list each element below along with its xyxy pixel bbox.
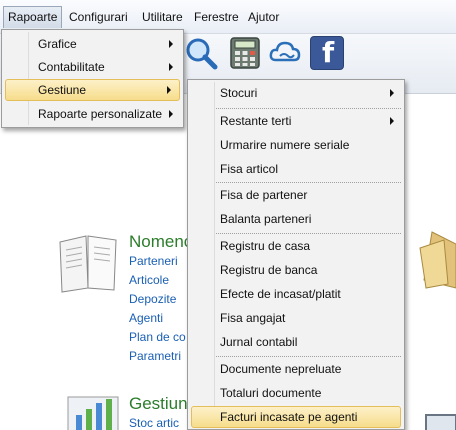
menu-item-fisa-de-partener[interactable]: Fisa de partener — [190, 184, 402, 206]
menu-gestiune-submenu: Stocuri Restante terti Urmarire numere s… — [187, 79, 405, 430]
menu-item-registru-de-banca[interactable]: Registru de banca — [190, 259, 402, 281]
menu-item-label: Grafice — [38, 37, 77, 51]
menu-separator — [216, 233, 401, 234]
menu-item-jurnal-contabil[interactable]: Jurnal contabil — [190, 331, 402, 353]
menu-item-label: Restante terti — [220, 114, 292, 128]
menu-item-facturi-incasate-pe-agenti[interactable]: Facturi incasate pe agenti — [191, 406, 401, 428]
facebook-letter: f — [322, 36, 335, 69]
menu-ferestre[interactable]: Ferestre — [190, 6, 243, 28]
menu-item-contabilitate[interactable]: Contabilitate — [4, 56, 181, 78]
link-depozite[interactable]: Depozite — [129, 292, 176, 306]
menu-item-fisa-articol[interactable]: Fisa articol — [190, 158, 402, 180]
menu-utilitare[interactable]: Utilitare — [138, 6, 187, 28]
menu-item-efecte-de-incasat-platit[interactable]: Efecte de incasat/platit — [190, 283, 402, 305]
menu-ajutor[interactable]: Ajutor — [244, 6, 283, 28]
menu-item-gestiune[interactable]: Gestiune — [5, 79, 180, 101]
menu-item-fisa-angajat[interactable]: Fisa angajat — [190, 307, 402, 329]
book-icon — [59, 235, 117, 293]
link-articole[interactable]: Articole — [129, 273, 169, 287]
menu-item-label: Registru de casa — [220, 239, 311, 253]
menu-item-rapoarte-personalizate[interactable]: Rapoarte personalizate — [4, 103, 181, 125]
chart-icon — [67, 396, 119, 430]
menu-item-label: Fisa de partener — [220, 188, 308, 202]
menu-item-balanta-parteneri[interactable]: Balanta parteneri — [190, 208, 402, 230]
menu-item-urmarire-numere-seriale[interactable]: Urmarire numere seriale — [190, 134, 402, 156]
menu-item-totaluri-documente[interactable]: Totaluri documente — [190, 382, 402, 404]
search-icon[interactable] — [184, 36, 218, 70]
calculator-icon[interactable] — [228, 36, 262, 70]
menu-item-registru-de-casa[interactable]: Registru de casa — [190, 235, 402, 257]
menu-configurari[interactable]: Configurari — [65, 6, 132, 28]
menu-item-documente-nepreluate[interactable]: Documente nepreluate — [190, 358, 402, 380]
menu-item-label: Documente nepreluate — [220, 362, 342, 376]
submenu-arrow-icon — [390, 89, 394, 97]
menu-item-label: Registru de banca — [220, 263, 318, 277]
facebook-icon[interactable]: f — [310, 36, 344, 70]
folder-icon — [419, 231, 456, 289]
menu-item-label: Fisa articol — [220, 162, 279, 176]
submenu-arrow-icon — [390, 117, 394, 125]
cloud-icon[interactable] — [268, 36, 302, 70]
menu-item-label: Fisa angajat — [220, 311, 286, 325]
menu-item-grafice[interactable]: Grafice — [4, 33, 181, 55]
menu-item-label: Facturi incasate pe agenti — [220, 410, 358, 424]
submenu-arrow-icon — [169, 40, 173, 48]
menu-item-restante-terti[interactable]: Restante terti — [190, 110, 402, 132]
menu-item-label: Contabilitate — [38, 60, 105, 74]
submenu-arrow-icon — [169, 110, 173, 118]
monitor-icon — [425, 414, 456, 430]
menu-item-label: Totaluri documente — [220, 386, 322, 400]
link-agenti[interactable]: Agenti — [129, 311, 163, 325]
link-plan-de-conturi[interactable]: Plan de co — [129, 330, 186, 344]
submenu-arrow-icon — [167, 86, 171, 94]
menu-separator — [216, 356, 401, 357]
menu-item-label: Jurnal contabil — [220, 335, 298, 349]
menu-item-label: Rapoarte personalizate — [38, 107, 163, 121]
menu-item-label: Urmarire numere seriale — [220, 138, 350, 152]
menu-item-label: Gestiune — [38, 83, 87, 97]
section-title-gestiune: Gestiun — [129, 394, 188, 413]
menu-item-label: Stocuri — [220, 86, 258, 100]
link-parametri[interactable]: Parametri — [129, 349, 181, 363]
section-title-nomenclatoare: Nomenc — [129, 232, 193, 251]
menu-item-label: Efecte de incasat/platit — [220, 287, 341, 301]
menu-separator — [216, 182, 401, 183]
menu-item-label: Balanta parteneri — [220, 212, 312, 226]
menu-separator — [216, 108, 401, 109]
menu-rapoarte-dropdown: Grafice Contabilitate Gestiune Rapoarte … — [1, 29, 184, 128]
menu-item-stocuri[interactable]: Stocuri — [190, 82, 402, 104]
submenu-arrow-icon — [169, 63, 173, 71]
link-parteneri[interactable]: Parteneri — [129, 254, 178, 268]
menu-rapoarte[interactable]: Rapoarte — [3, 6, 63, 28]
link-stoc-articole[interactable]: Stoc artic — [129, 416, 179, 430]
